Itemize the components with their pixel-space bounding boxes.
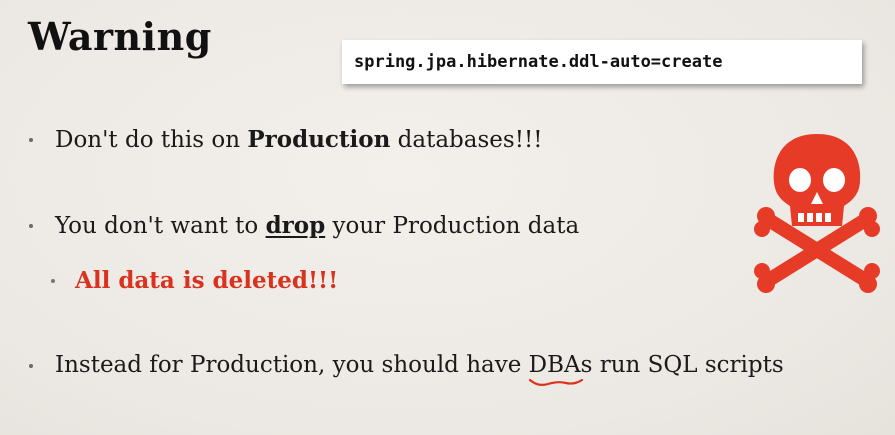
- code-snippet-box: spring.jpa.hibernate.ddl-auto=create: [342, 40, 862, 84]
- bullet-text-pre: Instead for Production, you should have: [55, 352, 529, 378]
- bullet-dot: [51, 279, 55, 283]
- slide: Warning spring.jpa.hibernate.ddl-auto=cr…: [0, 0, 895, 435]
- bullet-drop-data: You don't want to drop your Production d…: [29, 212, 580, 239]
- bullet-text-strong: Production: [247, 126, 391, 153]
- bullet-dba-scripts: Instead for Production, you should have …: [29, 352, 784, 386]
- spellcheck-squiggle-icon: [528, 378, 583, 386]
- sub-bullet-text: All data is deleted!!!: [75, 267, 339, 294]
- bullet-dot: [29, 364, 33, 368]
- bullet-text-pre: You don't want to: [55, 213, 266, 239]
- bullet-dot: [29, 224, 33, 228]
- bullet-text-post: databases!!!: [390, 127, 543, 153]
- spellcheck-marked-word: DBAs: [528, 352, 593, 386]
- bullet-text-pre: Don't do this on: [55, 127, 248, 153]
- sub-bullet-data-deleted: All data is deleted!!!: [51, 267, 339, 294]
- skull-and-crossbones-icon: [754, 134, 880, 293]
- bullet-dot: [29, 138, 33, 142]
- bullet-text-emph: drop: [265, 212, 326, 239]
- bullet-text-post: your Production data: [325, 213, 580, 239]
- bullet-production-warning: Don't do this on Production databases!!!: [29, 126, 543, 153]
- slide-title: Warning: [28, 14, 212, 59]
- code-snippet: spring.jpa.hibernate.ddl-auto=create: [354, 52, 723, 72]
- marked-word-text: DBAs: [528, 352, 593, 378]
- bullet-text-post: run SQL scripts: [592, 352, 784, 378]
